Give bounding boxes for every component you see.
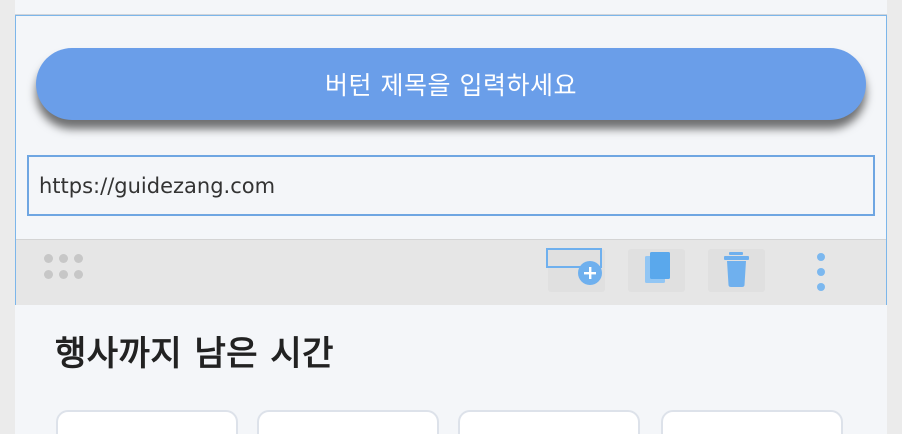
add-button-icon — [546, 248, 602, 285]
copy-button[interactable] — [628, 249, 685, 292]
block-toolbar — [16, 239, 886, 305]
countdown-card — [56, 410, 238, 434]
countdown-card — [661, 410, 843, 434]
countdown-card — [458, 410, 640, 434]
countdown-title: 행사까지 남은 시간 — [55, 334, 334, 374]
countdown-card — [257, 410, 439, 434]
trash-icon — [724, 252, 749, 287]
copy-icon — [645, 252, 670, 283]
add-button[interactable] — [546, 248, 605, 292]
url-input[interactable]: https://guidezang.com — [27, 155, 875, 216]
delete-button[interactable] — [708, 249, 765, 292]
editor-page: 버턴 제목을 입력하세요 https://guidezang.com 행사까지 … — [15, 0, 887, 434]
button-block[interactable]: 버턴 제목을 입력하세요 https://guidezang.com — [15, 15, 887, 305]
drag-handle-icon[interactable] — [42, 252, 86, 280]
more-options-icon[interactable] — [810, 252, 834, 296]
button-title-input[interactable]: 버턴 제목을 입력하세요 — [36, 48, 866, 120]
